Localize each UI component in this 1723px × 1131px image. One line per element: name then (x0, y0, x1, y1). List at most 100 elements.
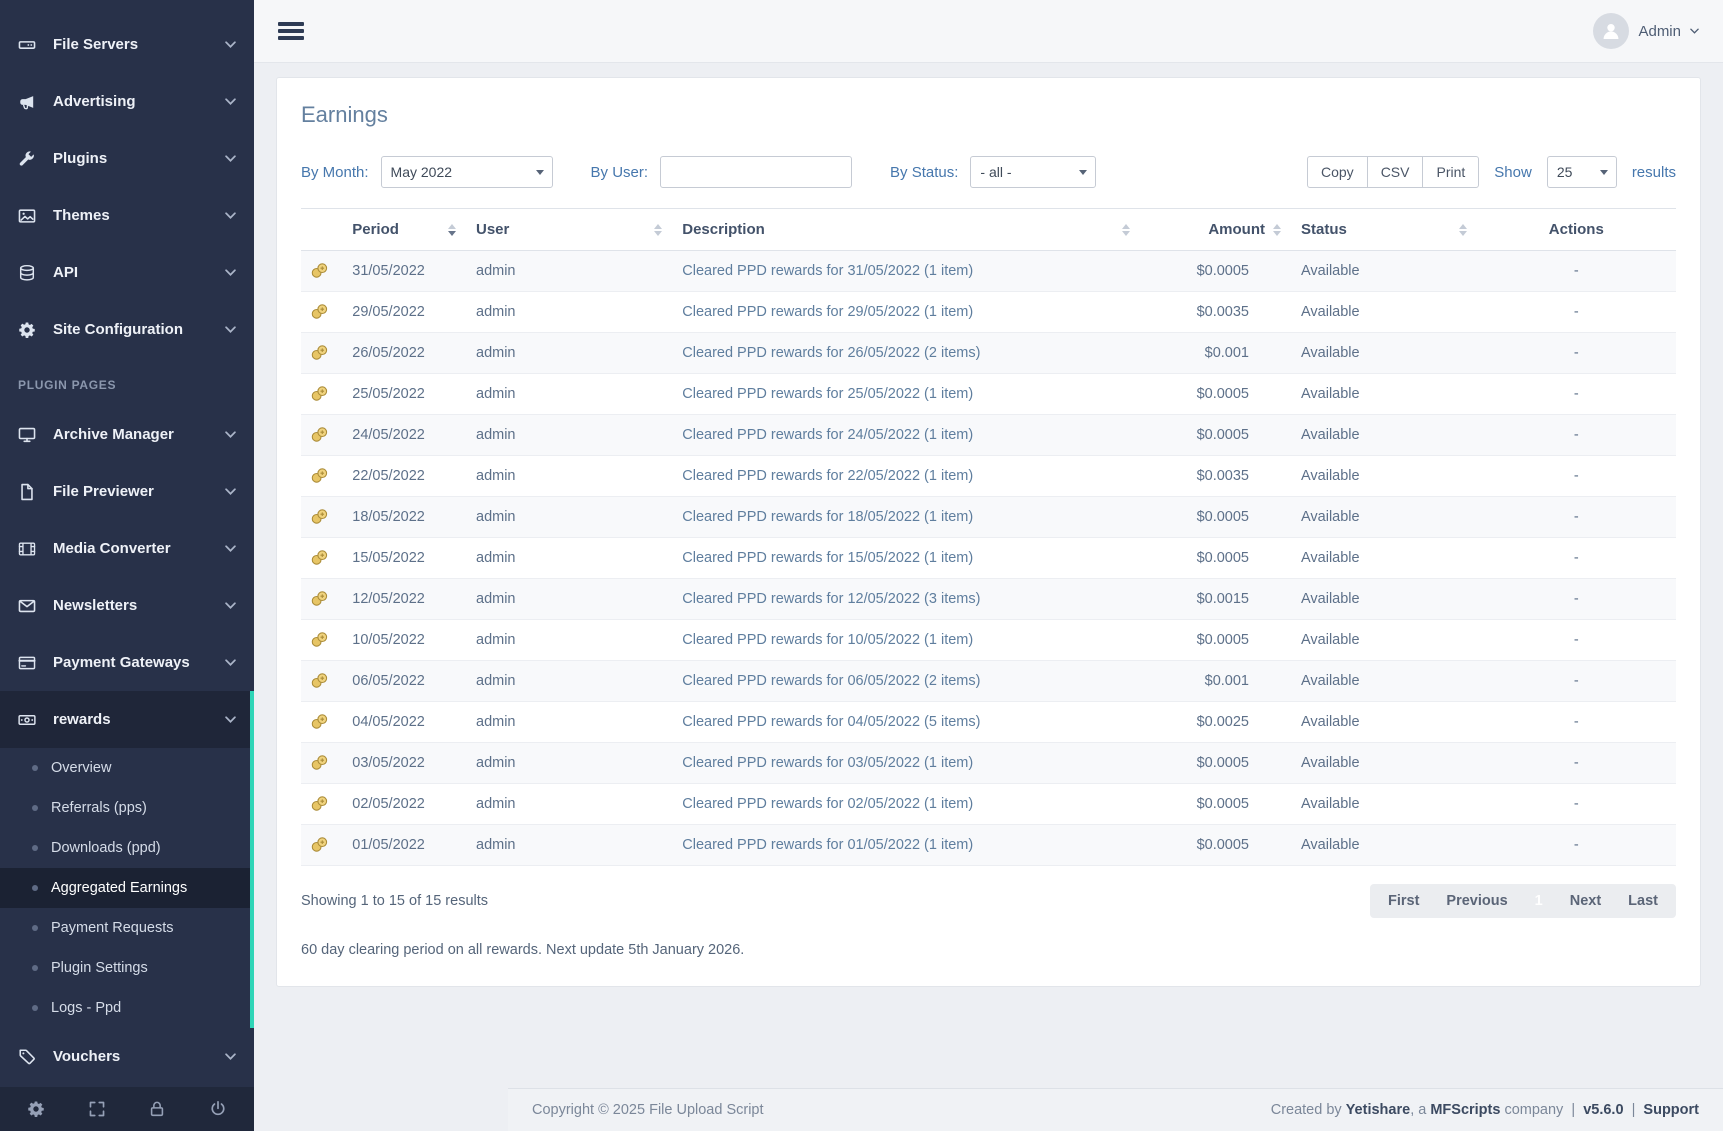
submenu-item-label: Aggregated Earnings (51, 880, 187, 896)
sidebar-item-media-converter[interactable]: Media Converter (0, 520, 254, 577)
sidebar-item-label: File Servers (53, 36, 225, 53)
sidebar-item-label: Plugins (53, 150, 225, 167)
cell-actions: - (1477, 743, 1676, 784)
pagination-first[interactable]: First (1388, 893, 1419, 909)
pagination: First Previous 1 Next Last (1370, 884, 1676, 918)
cell-status: Available (1291, 538, 1477, 579)
sidebar-item-newsletters[interactable]: Newsletters (0, 577, 254, 634)
sidebar-item-payment-gateways[interactable]: Payment Gateways (0, 634, 254, 691)
header-period[interactable]: Period (342, 209, 466, 251)
sidebar-item-label: Vouchers (53, 1048, 225, 1065)
cell-user: admin (466, 333, 672, 374)
cell-description: Cleared PPD rewards for 15/05/2022 (1 it… (672, 538, 1140, 579)
yetishare-link[interactable]: Yetishare (1346, 1102, 1411, 1118)
sort-icon[interactable] (1122, 224, 1130, 236)
user-filter-input[interactable] (660, 156, 852, 188)
rewards-submenu-item[interactable]: Overview (0, 748, 254, 788)
expand-icon[interactable] (88, 1100, 106, 1118)
table-tools: Copy CSV Print Show 25 results (1307, 156, 1676, 188)
cell-amount: $0.0005 (1140, 538, 1291, 579)
coins-icon (311, 636, 328, 652)
pagination-next[interactable]: Next (1570, 893, 1601, 909)
table-row: 29/05/2022 admin Cleared PPD rewards for… (301, 292, 1676, 333)
sidebar-item-archive-manager[interactable]: Archive Manager (0, 406, 254, 463)
copyright-text: Copyright © 2025 File Upload Script (532, 1102, 764, 1118)
gear-icon (18, 321, 40, 339)
cell-description: Cleared PPD rewards for 22/05/2022 (1 it… (672, 456, 1140, 497)
page-size-select[interactable]: 25 (1547, 156, 1617, 188)
lock-icon[interactable] (148, 1100, 166, 1118)
coins-icon (311, 267, 328, 283)
footer: Copyright © 2025 File Upload Script Crea… (508, 1088, 1723, 1131)
cell-icon (301, 661, 342, 702)
sidebar-item-vouchers[interactable]: Vouchers (0, 1028, 254, 1085)
sidebar-item-plugins[interactable]: Plugins (0, 130, 254, 187)
filter-by-status: By Status: - all - (890, 156, 1096, 188)
header-actions: Actions (1477, 209, 1676, 251)
image-icon (18, 207, 40, 225)
header-amount[interactable]: Amount (1140, 209, 1291, 251)
sidebar-item-file-servers[interactable]: File Servers (0, 16, 254, 73)
print-button[interactable]: Print (1422, 156, 1479, 188)
rewards-submenu-item[interactable]: Referrals (pps) (0, 788, 254, 828)
earnings-card: Earnings By Month: May 2022 By User: By … (276, 77, 1701, 987)
coins-icon (311, 472, 328, 488)
coins-icon (311, 677, 328, 693)
sidebar-item-themes[interactable]: Themes (0, 187, 254, 244)
sort-icon[interactable] (1273, 224, 1281, 236)
header-user[interactable]: User (466, 209, 672, 251)
pagination-previous[interactable]: Previous (1446, 893, 1507, 909)
filters-row: By Month: May 2022 By User: By Status: (301, 156, 1676, 188)
cell-status: Available (1291, 825, 1477, 866)
sidebar-item-site-configuration[interactable]: Site Configuration (0, 301, 254, 358)
file-icon (18, 483, 40, 501)
table-row: 06/05/2022 admin Cleared PPD rewards for… (301, 661, 1676, 702)
by-month-label: By Month: (301, 164, 369, 181)
chevron-down-icon (225, 716, 236, 723)
power-icon[interactable] (209, 1100, 227, 1118)
month-select[interactable]: May 2022 (381, 156, 553, 188)
sidebar-item-rewards[interactable]: rewards (0, 691, 254, 748)
sort-icon[interactable] (1459, 224, 1467, 236)
cell-description: Cleared PPD rewards for 12/05/2022 (3 it… (672, 579, 1140, 620)
cell-amount: $0.0035 (1140, 292, 1291, 333)
envelope-icon (18, 597, 40, 615)
coins-icon (311, 431, 328, 447)
chevron-down-icon (225, 98, 236, 105)
sidebar-item-label: File Previewer (53, 483, 225, 500)
sidebar-item-api[interactable]: API (0, 244, 254, 301)
sort-icon[interactable] (654, 224, 662, 236)
sort-icon[interactable] (448, 224, 456, 236)
banknote-icon (18, 711, 40, 729)
rewards-submenu-item[interactable]: Logs - Ppd (0, 988, 254, 1028)
pagination-current-page[interactable]: 1 (1535, 893, 1543, 909)
pagination-last[interactable]: Last (1628, 893, 1658, 909)
sidebar-item-advertising[interactable]: Advertising (0, 73, 254, 130)
sidebar-item-file-previewer[interactable]: File Previewer (0, 463, 254, 520)
cell-amount: $0.0005 (1140, 374, 1291, 415)
rewards-submenu-item[interactable]: Plugin Settings (0, 948, 254, 988)
user-menu[interactable]: Admin (1593, 13, 1699, 49)
status-select[interactable]: - all - (970, 156, 1096, 188)
cell-period: 06/05/2022 (342, 661, 466, 702)
rewards-submenu-item[interactable]: Aggregated Earnings (0, 868, 254, 908)
export-button-group: Copy CSV Print (1307, 156, 1479, 188)
hamburger-icon[interactable] (278, 19, 304, 43)
rewards-submenu-item[interactable]: Downloads (ppd) (0, 828, 254, 868)
cell-user: admin (466, 825, 672, 866)
csv-button[interactable]: CSV (1367, 156, 1424, 188)
mfscripts-link[interactable]: MFScripts (1430, 1102, 1500, 1118)
cell-period: 25/05/2022 (342, 374, 466, 415)
cell-actions: - (1477, 579, 1676, 620)
header-status[interactable]: Status (1291, 209, 1477, 251)
cell-status: Available (1291, 251, 1477, 292)
gear-icon[interactable] (27, 1100, 45, 1118)
monitor-icon (18, 426, 40, 444)
rewards-submenu-item[interactable]: Payment Requests (0, 908, 254, 948)
support-link[interactable]: Support (1643, 1102, 1699, 1118)
header-description[interactable]: Description (672, 209, 1140, 251)
copy-button[interactable]: Copy (1307, 156, 1368, 188)
cell-period: 12/05/2022 (342, 579, 466, 620)
cell-status: Available (1291, 456, 1477, 497)
chevron-down-icon (225, 545, 236, 552)
